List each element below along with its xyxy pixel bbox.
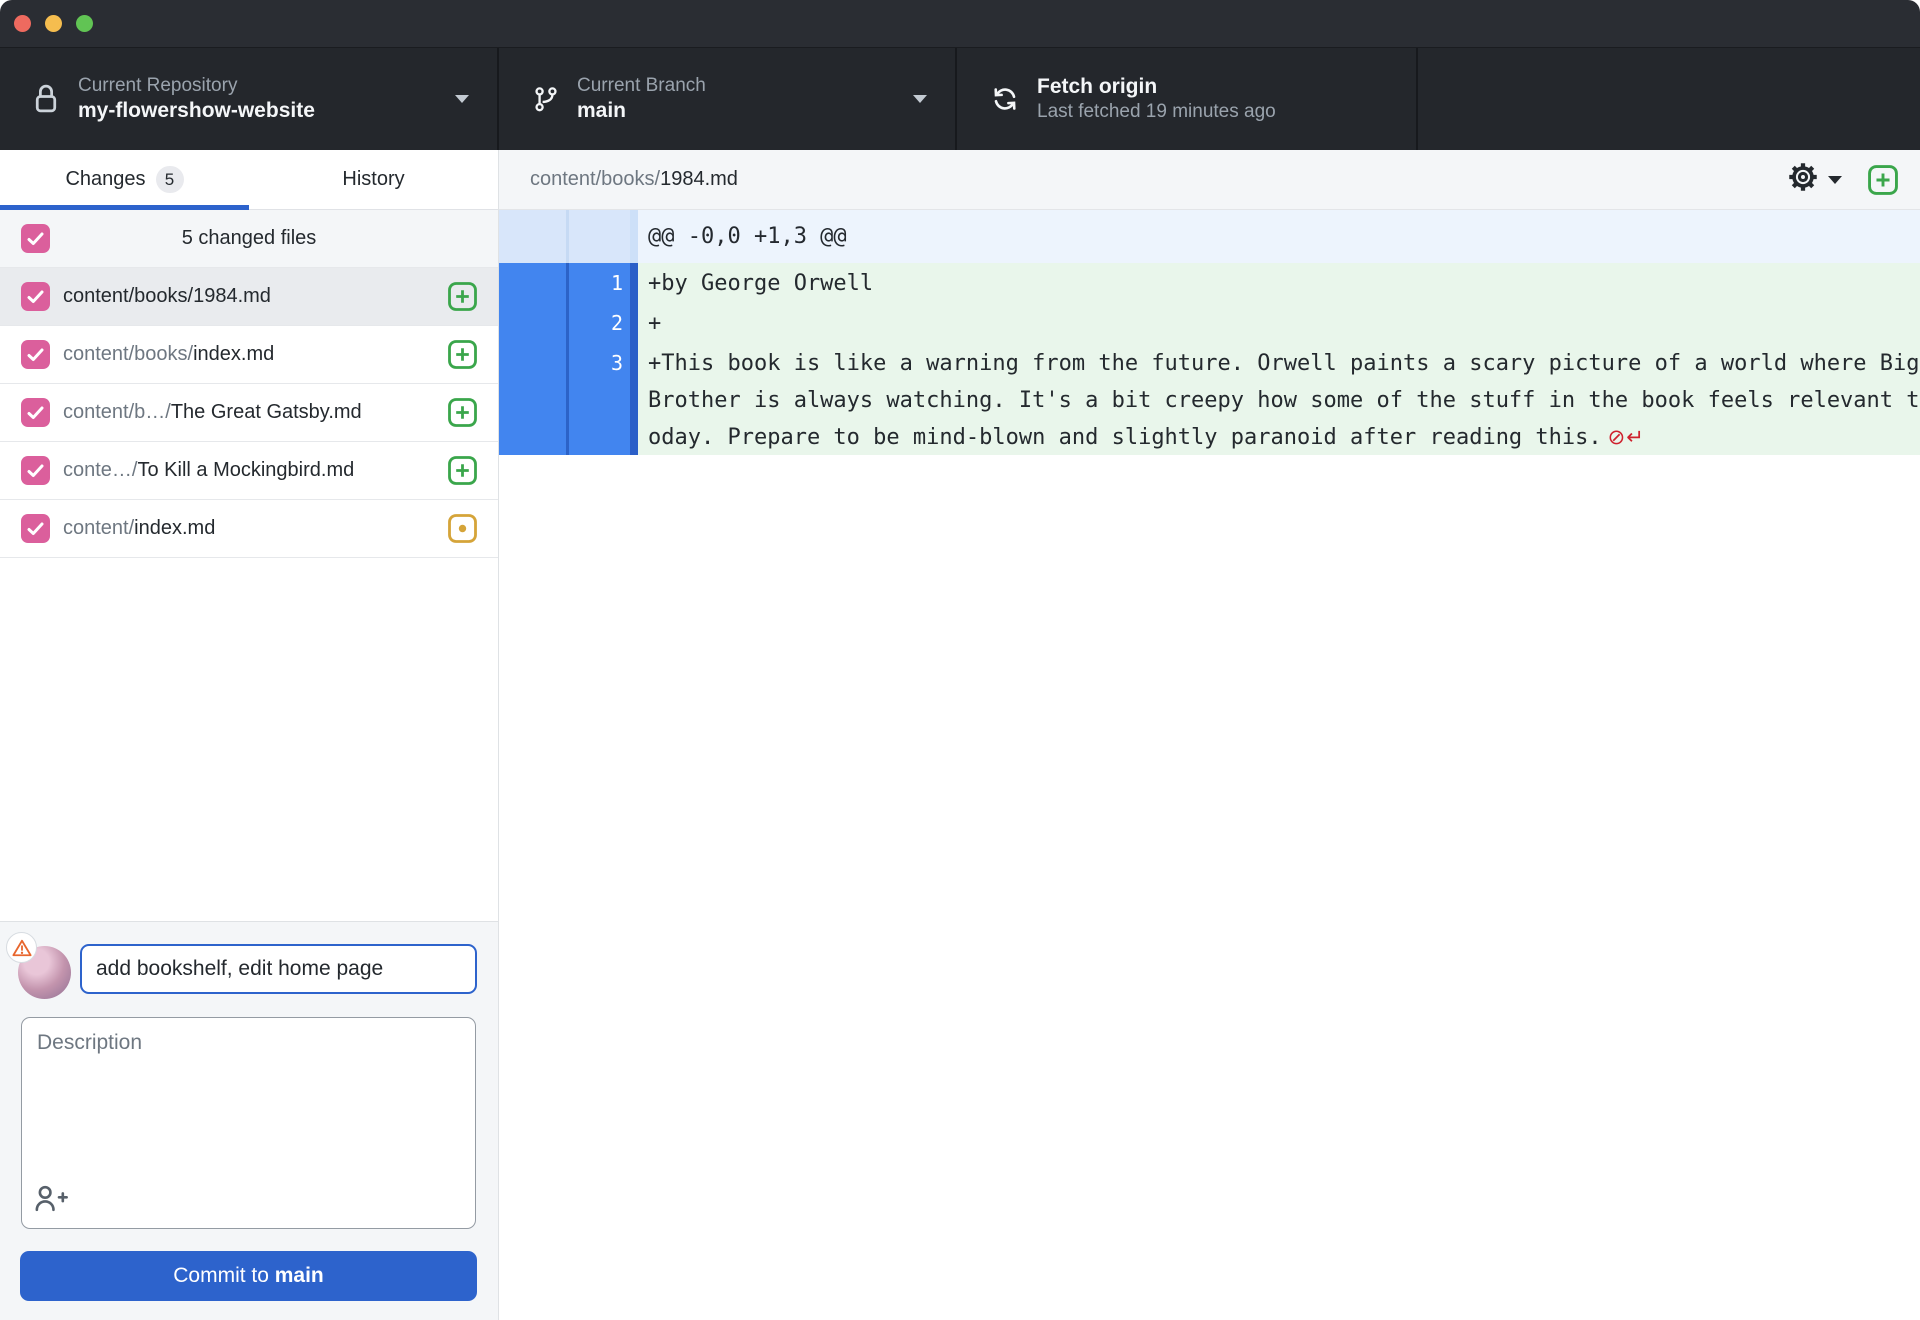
commit-description-textarea[interactable] <box>21 1017 476 1229</box>
minimize-button[interactable] <box>45 15 62 32</box>
lock-icon <box>31 81 61 117</box>
file-row-index[interactable]: content/index.md <box>0 500 498 558</box>
repository-label: Current Repository <box>78 75 238 96</box>
added-file-icon <box>448 456 477 485</box>
tab-history[interactable]: History <box>249 150 498 209</box>
file-checkbox[interactable] <box>21 398 50 427</box>
file-row-mockingbird[interactable]: conte…/To Kill a Mockingbird.md <box>0 442 498 500</box>
chevron-down-icon <box>455 95 469 103</box>
file-path: conte…/To Kill a Mockingbird.md <box>63 459 355 481</box>
file-row-books-index[interactable]: content/books/index.md <box>0 326 498 384</box>
line-number[interactable]: 1 <box>569 263 630 303</box>
tab-changes-label: Changes <box>65 168 146 190</box>
branch-name: main <box>577 99 627 122</box>
file-checkbox[interactable] <box>21 514 50 543</box>
current-branch-dropdown[interactable]: Current Branch main <box>499 48 957 150</box>
file-path: content/index.md <box>63 517 216 539</box>
fetch-origin-button[interactable]: Fetch origin Last fetched 19 minutes ago <box>957 48 1418 150</box>
gutter-old[interactable] <box>499 303 566 343</box>
added-line-text: +by George Orwell <box>638 263 1920 303</box>
maximize-button[interactable] <box>76 15 93 32</box>
git-branch-icon <box>532 84 560 114</box>
branch-label: Current Branch <box>577 75 706 96</box>
file-list-empty-space <box>0 558 498 921</box>
diff-pane: content/books/1984.md @@ -0,0 +1,3 @@ 1 … <box>499 150 1920 1320</box>
commit-panel: Commit to main <box>0 921 498 1320</box>
added-line-text: +This book is like a warning from the fu… <box>638 343 1920 455</box>
sidebar: Changes 5 History 5 changed files conten… <box>0 150 499 1320</box>
toolbar: Current Repository my-flowershow-website… <box>0 48 1920 150</box>
file-path: content/books/index.md <box>63 343 275 365</box>
tab-changes[interactable]: Changes 5 <box>0 150 249 210</box>
commit-button[interactable]: Commit to main <box>20 1251 477 1301</box>
hunk-header-text: @@ -0,0 +1,3 @@ <box>638 210 1920 263</box>
added-file-icon <box>448 398 477 427</box>
diff-body: @@ -0,0 +1,3 @@ 1 +by George Orwell 2 + <box>499 210 1920 1320</box>
changed-files-header[interactable]: 5 changed files <box>0 210 498 268</box>
chevron-down-icon <box>1828 175 1842 184</box>
added-file-icon <box>448 340 477 369</box>
app-window: Current Repository my-flowershow-website… <box>0 0 1920 1320</box>
added-line-text: + <box>638 303 1920 343</box>
gutter-new <box>569 210 630 263</box>
file-row-great-gatsby[interactable]: content/b…/The Great Gatsby.md <box>0 384 498 442</box>
gear-icon <box>1786 160 1820 199</box>
file-checkbox[interactable] <box>21 456 50 485</box>
file-path: content/b…/The Great Gatsby.md <box>63 401 362 423</box>
file-path: content/books/1984.md <box>63 285 271 307</box>
hunk-header-row[interactable]: @@ -0,0 +1,3 @@ <box>499 210 1920 263</box>
warning-icon[interactable] <box>6 932 37 963</box>
current-repository-dropdown[interactable]: Current Repository my-flowershow-website <box>0 48 499 150</box>
changed-files-count: 5 changed files <box>181 227 317 249</box>
file-checkbox[interactable] <box>21 282 50 311</box>
no-newline-icon: ⊘↵ <box>1607 425 1645 449</box>
diff-file-path: content/books/1984.md <box>530 168 738 190</box>
titlebar <box>0 0 1920 48</box>
modified-file-icon <box>448 514 477 543</box>
changed-files-list: 5 changed files content/books/1984.md co… <box>0 210 498 558</box>
window-controls <box>14 15 93 32</box>
gutter-old[interactable] <box>499 263 566 303</box>
commit-summary-input[interactable] <box>80 944 477 994</box>
changes-count-badge: 5 <box>155 166 184 193</box>
diff-line-3[interactable]: 3 +This book is like a warning from the … <box>499 343 1920 455</box>
added-file-status-icon[interactable] <box>1868 164 1898 195</box>
line-number[interactable]: 2 <box>569 303 630 343</box>
diff-header: content/books/1984.md <box>499 150 1920 210</box>
diff-options-button[interactable] <box>1786 160 1842 199</box>
chevron-down-icon <box>913 95 927 103</box>
include-all-checkbox[interactable] <box>21 224 50 253</box>
diff-line-2[interactable]: 2 + <box>499 303 1920 343</box>
gutter-old[interactable] <box>499 343 566 455</box>
file-row-1984[interactable]: content/books/1984.md <box>0 268 498 326</box>
fetch-title: Fetch origin <box>1037 75 1158 98</box>
diff-line-1[interactable]: 1 +by George Orwell <box>499 263 1920 303</box>
gutter-old <box>499 210 566 263</box>
sync-icon <box>990 84 1020 114</box>
file-checkbox[interactable] <box>21 340 50 369</box>
sidebar-tabs: Changes 5 History <box>0 150 498 210</box>
tab-history-label: History <box>342 168 405 190</box>
add-coauthor-icon[interactable] <box>32 1181 68 1220</box>
repository-name: my-flowershow-website <box>78 99 315 122</box>
toolbar-filler <box>1418 48 1920 150</box>
fetch-subtitle: Last fetched 19 minutes ago <box>1037 101 1276 122</box>
added-file-icon <box>448 282 477 311</box>
close-button[interactable] <box>14 15 31 32</box>
line-number[interactable]: 3 <box>569 343 630 455</box>
